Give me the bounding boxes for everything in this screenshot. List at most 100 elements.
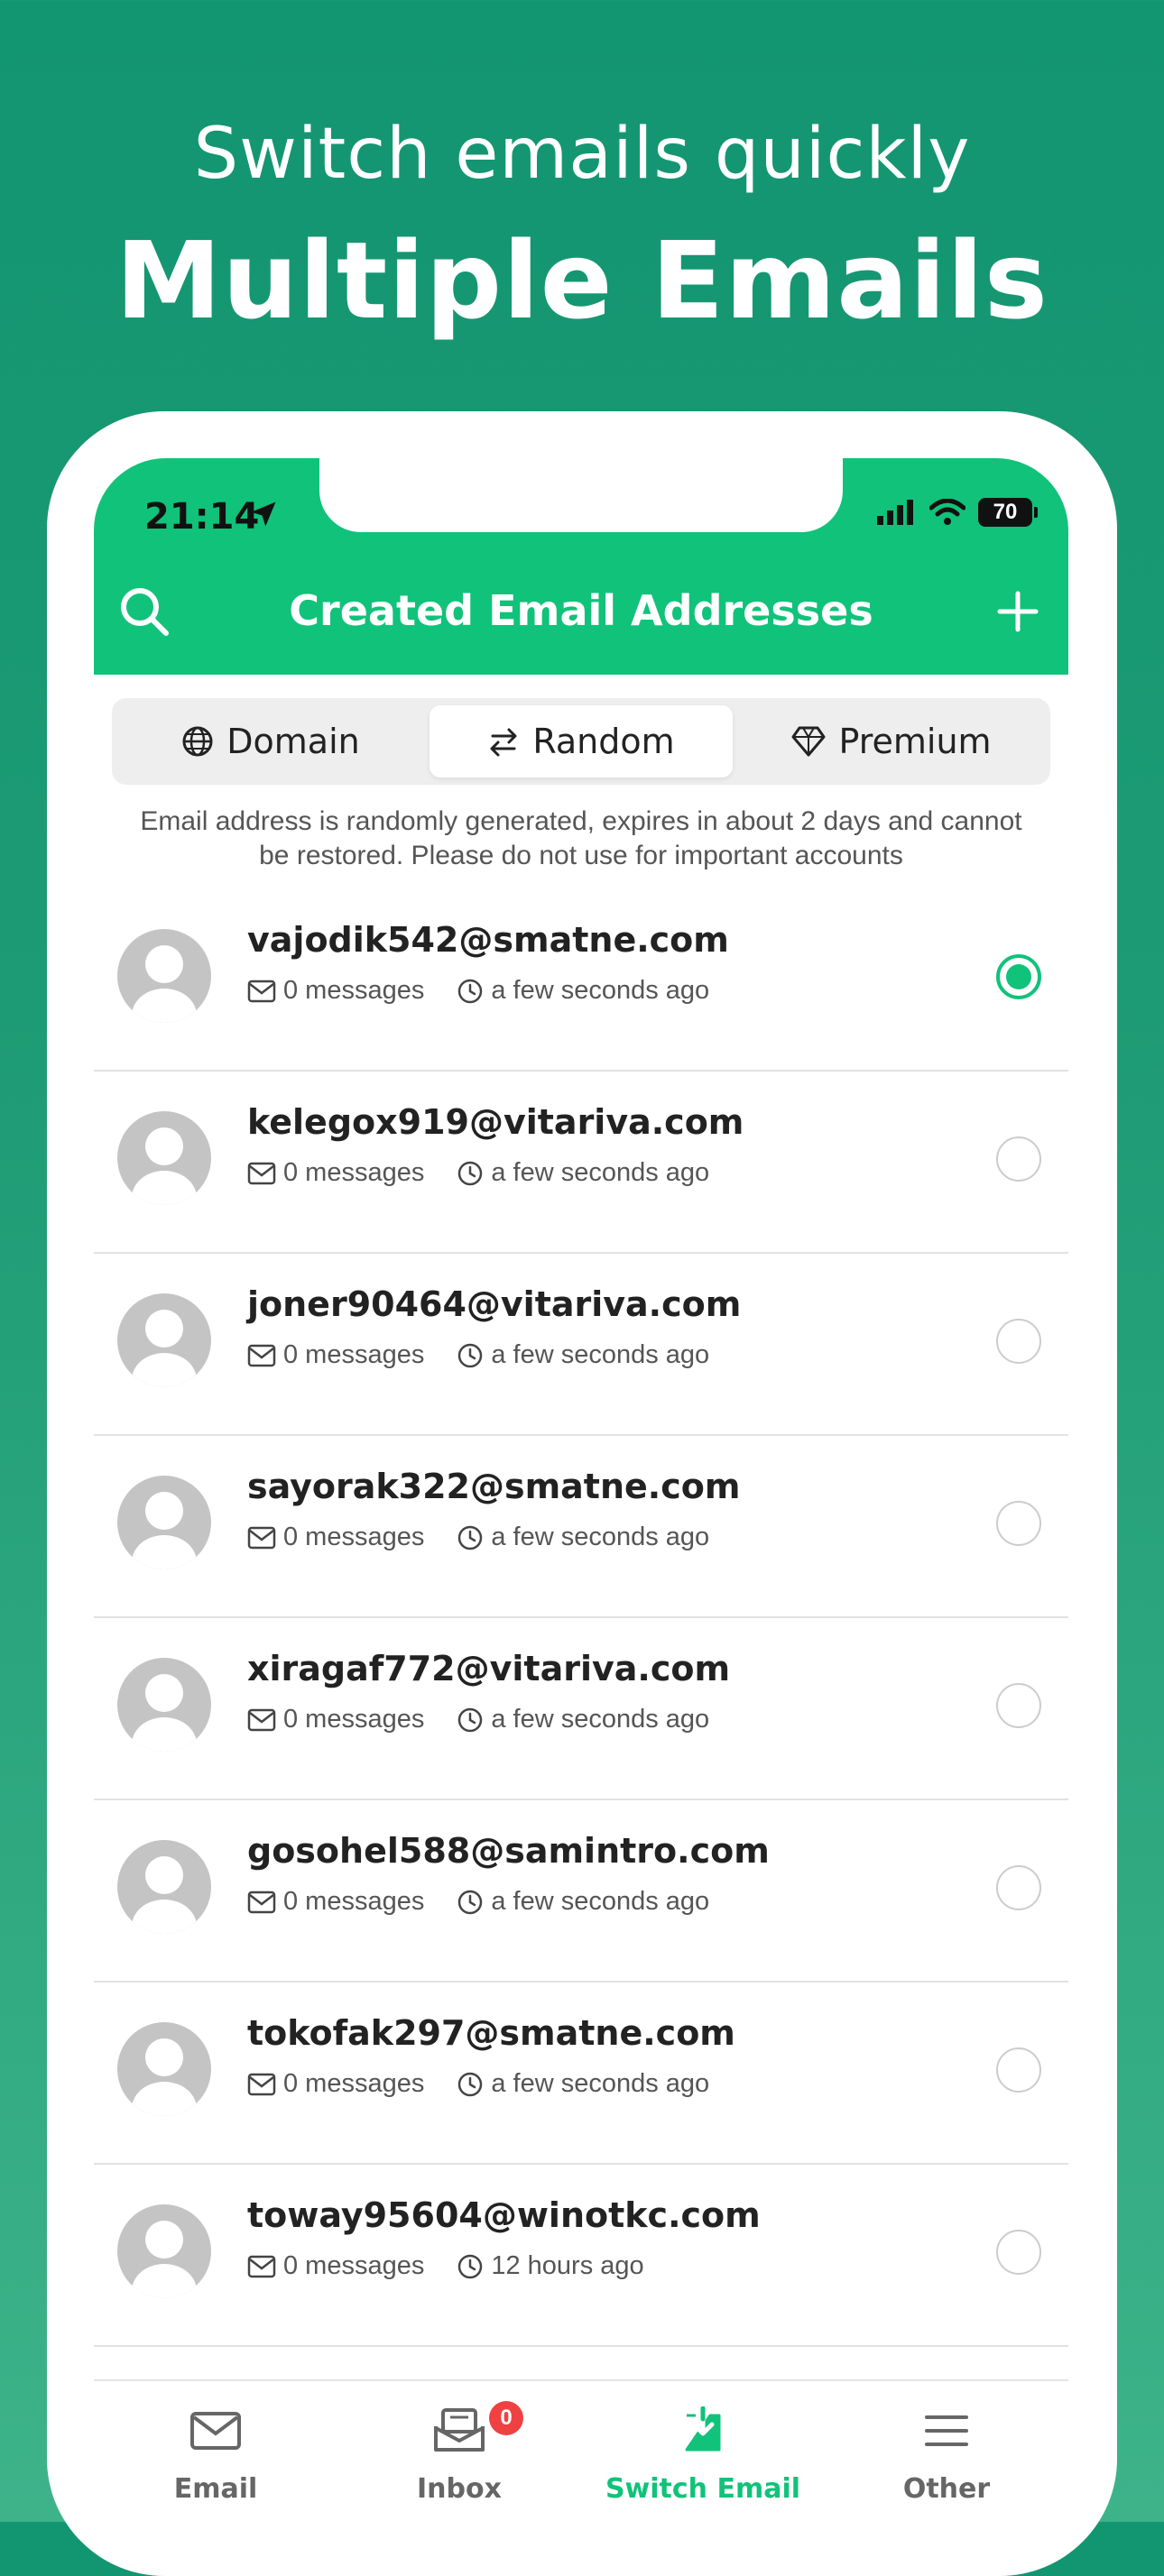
message-count: 0 messages	[283, 1158, 425, 1187]
email-meta: 0 messages a few seconds ago	[247, 2069, 742, 2099]
created-time: a few seconds ago	[491, 1523, 710, 1551]
segment-domain[interactable]: Domain	[119, 705, 422, 777]
battery-indicator: 70	[978, 498, 1038, 527]
email-address-list: vajodik542@smatne.com 0 messages a few s…	[94, 889, 1068, 2347]
clock-icon	[458, 2072, 483, 2096]
clock-icon	[458, 979, 483, 1003]
swap-icon	[490, 728, 517, 757]
created-time: a few seconds ago	[491, 1887, 710, 1916]
envelope-icon	[247, 1162, 276, 1184]
mail-icon	[190, 2412, 241, 2450]
select-radio[interactable]	[996, 2230, 1041, 2275]
inbox-icon	[434, 2408, 485, 2452]
email-row[interactable]: kelegox919@vitariva.com 0 messages a few…	[94, 1072, 1068, 1254]
envelope-icon	[247, 2073, 276, 2095]
tab-switch-email[interactable]: Switch Email	[581, 2381, 825, 2533]
wifi-icon	[929, 499, 965, 525]
expiry-notice: Email address is randomly generated, exp…	[140, 806, 1022, 870]
message-count: 0 messages	[283, 1340, 425, 1369]
envelope-icon	[247, 980, 276, 1002]
avatar	[117, 2204, 211, 2298]
tab-email[interactable]: Email	[94, 2381, 337, 2533]
tab-inbox[interactable]: 0 Inbox	[337, 2381, 581, 2533]
segment-premium[interactable]: Premium	[740, 705, 1043, 777]
email-address: toway95604@winotkc.com	[247, 2195, 761, 2235]
email-address: sayorak322@smatne.com	[247, 1467, 741, 1506]
email-row[interactable]: joner90464@vitariva.com 0 messages a few…	[94, 1254, 1068, 1436]
phone-screen: 21:14 70 Created Email Addresses Domain …	[94, 458, 1068, 2533]
clock-icon	[458, 1161, 483, 1185]
email-row[interactable]: sayorak322@smatne.com 0 messages a few s…	[94, 1436, 1068, 1618]
email-address: vajodik542@smatne.com	[247, 920, 729, 960]
avatar	[117, 1658, 211, 1752]
tab-inbox-label: Inbox	[417, 2473, 502, 2505]
email-row[interactable]: tokofak297@smatne.com 0 messages a few s…	[94, 1983, 1068, 2165]
created-time: a few seconds ago	[491, 1158, 710, 1187]
select-radio[interactable]	[996, 2047, 1041, 2093]
envelope-icon	[247, 1344, 276, 1366]
select-radio[interactable]	[996, 954, 1041, 999]
tab-other[interactable]: Other	[825, 2381, 1068, 2533]
created-time: a few seconds ago	[491, 2069, 710, 2098]
add-email-button[interactable]	[989, 583, 1047, 640]
avatar	[117, 1111, 211, 1205]
segment-random[interactable]: Random	[430, 705, 733, 777]
avatar	[117, 1293, 211, 1387]
avatar	[117, 1476, 211, 1569]
created-time: a few seconds ago	[491, 976, 710, 1005]
email-meta: 0 messages a few seconds ago	[247, 1158, 742, 1188]
tab-email-label: Email	[173, 2473, 258, 2505]
message-count: 0 messages	[283, 2069, 425, 2098]
select-radio[interactable]	[996, 1319, 1041, 1364]
clock-icon	[458, 1343, 483, 1367]
segment-premium-label: Premium	[838, 722, 992, 761]
globe-icon	[182, 726, 213, 757]
select-radio[interactable]	[996, 1865, 1041, 1910]
envelope-icon	[247, 1708, 276, 1731]
email-row[interactable]: vajodik542@smatne.com 0 messages a few s…	[94, 889, 1068, 1072]
message-count: 0 messages	[283, 1705, 425, 1734]
email-address: xiragaf772@vitariva.com	[247, 1649, 731, 1688]
status-indicators: 70	[877, 498, 1038, 527]
message-count: 0 messages	[283, 2251, 425, 2280]
email-address: tokofak297@smatne.com	[247, 2013, 735, 2053]
email-row[interactable]: toway95604@winotkc.com 0 messages 12 hou…	[94, 2165, 1068, 2347]
clock-icon	[458, 1525, 483, 1550]
select-radio[interactable]	[996, 1683, 1041, 1728]
email-row[interactable]: gosohel588@samintro.com 0 messages a few…	[94, 1800, 1068, 1983]
envelope-icon	[247, 2255, 276, 2277]
phone-notch	[319, 458, 843, 532]
clock-icon	[458, 1890, 483, 1914]
segment-domain-label: Domain	[226, 722, 360, 761]
select-radio[interactable]	[996, 1136, 1041, 1182]
email-meta: 0 messages a few seconds ago	[247, 976, 742, 1006]
envelope-icon	[247, 1891, 276, 1913]
select-radio[interactable]	[996, 1501, 1041, 1546]
avatar	[117, 1840, 211, 1934]
email-type-segmented-control: Domain Random Premium	[112, 698, 1050, 785]
email-meta: 0 messages a few seconds ago	[247, 1523, 742, 1552]
email-meta: 0 messages a few seconds ago	[247, 1887, 742, 1917]
avatar	[117, 929, 211, 1023]
page-title: Created Email Addresses	[289, 586, 873, 635]
clock-icon	[458, 2254, 483, 2278]
segment-random-label: Random	[532, 722, 675, 761]
tab-other-label: Other	[902, 2473, 991, 2505]
avatar	[117, 2022, 211, 2116]
email-meta: 0 messages a few seconds ago	[247, 1340, 742, 1370]
email-address: kelegox919@vitariva.com	[247, 1102, 744, 1142]
plus-icon	[997, 591, 1039, 632]
email-row[interactable]: xiragaf772@vitariva.com 0 messages a few…	[94, 1618, 1068, 1800]
inbox-badge: 0	[489, 2401, 523, 2435]
bottom-tab-bar: Email 0 Inbox Switch Email Other	[94, 2379, 1068, 2533]
clock-icon	[458, 1707, 483, 1732]
created-time: 12 hours ago	[491, 2251, 644, 2280]
tab-switch-email-label: Switch Email	[605, 2473, 801, 2505]
diamond-icon	[791, 726, 826, 757]
switch-email-icon	[685, 2406, 721, 2452]
menu-icon	[925, 2415, 968, 2446]
message-count: 0 messages	[283, 1887, 425, 1916]
email-address: gosohel588@samintro.com	[247, 1831, 770, 1871]
headline-title: Multiple Emails	[115, 218, 1049, 343]
message-count: 0 messages	[283, 1523, 425, 1551]
